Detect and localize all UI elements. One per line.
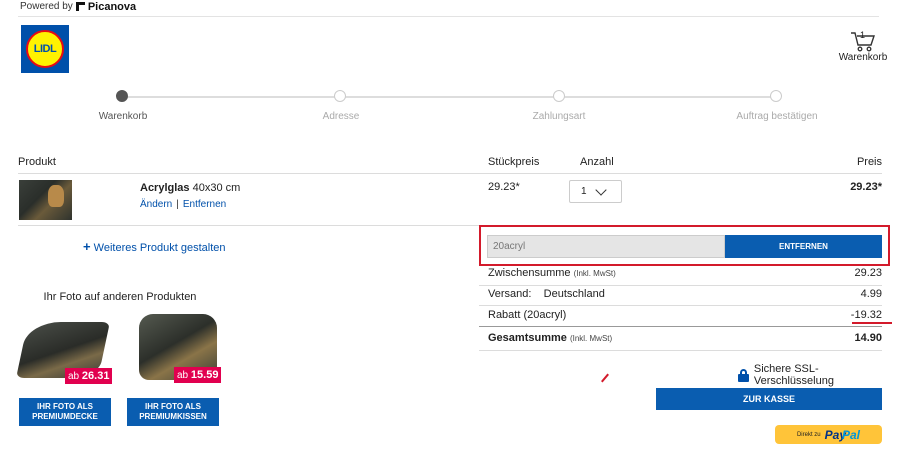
blanket-price-badge: ab 26.31 — [65, 368, 113, 384]
summary-divider-3 — [479, 326, 882, 327]
picanova-logo-icon — [75, 2, 85, 11]
premiumkissen-button[interactable]: IHR FOTO ALS PREMIUMKISSEN — [127, 398, 219, 426]
edit-link[interactable]: Ändern — [140, 199, 172, 210]
pillow-product-image[interactable]: ab 15.59 — [133, 314, 223, 386]
lidl-logo[interactable]: LIDL — [21, 25, 69, 73]
product-thumbnail — [19, 180, 72, 220]
cart-count: 1 — [860, 30, 866, 40]
total-label: Gesamtsumme — [488, 332, 567, 344]
ssl-notice: Sichere SSL-Verschlüsselung — [738, 363, 897, 387]
total-note: (Inkl. MwSt) — [569, 334, 613, 343]
unit-price: 29.23* — [488, 181, 520, 193]
col-header-quantity: Anzahl — [580, 156, 614, 168]
subtotal-note: (Inkl. MwSt) — [573, 269, 616, 278]
shipping-label: Versand: — [488, 288, 532, 300]
step-label-warenkorb: Warenkorb — [98, 111, 148, 122]
summary-divider-1 — [479, 285, 882, 286]
step-label-auftrag: Auftrag bestätigen — [736, 111, 818, 122]
powered-by-label: Powered by — [20, 1, 73, 12]
product-name-size: 40x30 cm — [189, 182, 241, 194]
plus-icon: + — [83, 239, 91, 254]
item-row-divider — [18, 225, 479, 226]
subtotal-value: 29.23 — [854, 267, 882, 279]
discount-label: Rabatt (20acryl) — [488, 309, 567, 321]
step-label-zahlungsart: Zahlungsart — [532, 111, 586, 122]
table-header-divider — [18, 173, 882, 174]
paypal-direct-label: Direkt zu — [796, 431, 821, 438]
col-header-unit-price: Stückpreis — [488, 156, 540, 168]
total-row: Gesamtsumme (Inkl. MwSt) 14.90 — [488, 332, 882, 346]
item-price: 29.23* — [850, 181, 882, 193]
shipping-country: Deutschland — [543, 288, 605, 300]
col-header-price: Preis — [856, 156, 882, 168]
col-header-product: Produkt — [18, 156, 56, 168]
discount-row: Rabatt (20acryl) -19.32 — [488, 309, 882, 323]
step-dot-warenkorb — [116, 90, 128, 102]
total-value: 14.90 — [854, 332, 882, 344]
summary-divider-4 — [479, 350, 882, 351]
picanova-brand: Picanova — [87, 0, 137, 13]
red-annotation-mark — [601, 373, 609, 383]
step-dot-zahlungsart — [553, 90, 565, 102]
powered-by: Powered by Picanova — [20, 0, 136, 13]
paypal-button[interactable]: Direkt zu PayPal — [775, 425, 882, 444]
chevron-down-icon — [594, 183, 607, 196]
lidl-logo-text: LIDL — [33, 43, 57, 55]
remove-link[interactable]: Entfernen — [183, 199, 226, 210]
add-product-link[interactable]: + Weiteres Produkt gestalten — [83, 239, 226, 254]
discount-value: -19.32 — [850, 309, 882, 321]
cart-button[interactable]: 1 Warenkorb — [838, 30, 888, 63]
blanket-product-image[interactable]: ab 26.31 — [16, 316, 113, 386]
subtotal-label: Zwischensumme — [488, 267, 571, 279]
remove-coupon-button[interactable]: ENTFERNEN — [725, 235, 882, 258]
paypal-logo: PayPal — [824, 427, 861, 442]
shipping-row: Versand: Deutschland 4.99 — [488, 288, 882, 302]
quantity-select[interactable]: 1 — [569, 180, 622, 203]
step-dot-adresse — [334, 90, 346, 102]
discount-underline-mark — [852, 322, 892, 324]
step-label-adresse: Adresse — [322, 111, 360, 122]
pillow-price-badge: ab 15.59 — [174, 367, 222, 383]
lidl-logo-circle: LIDL — [26, 30, 64, 68]
product-name-type: Acrylglas — [140, 182, 190, 194]
add-product-label: Weiteres Produkt gestalten — [90, 242, 226, 254]
quantity-value: 1 — [581, 186, 587, 197]
ssl-label: Sichere SSL-Verschlüsselung — [753, 363, 834, 387]
lock-icon — [738, 368, 749, 382]
coupon-code-input[interactable] — [487, 235, 725, 258]
shipping-value: 4.99 — [860, 288, 882, 300]
checkout-button[interactable]: ZUR KASSE — [656, 388, 882, 410]
other-products-title: Ihr Foto auf anderen Produkten — [43, 291, 197, 303]
progress-line — [122, 96, 777, 98]
product-name: Acrylglas 40x30 cm — [140, 182, 240, 194]
cart-label: Warenkorb — [838, 52, 888, 63]
link-separator: | — [176, 199, 179, 210]
premiumdecke-button[interactable]: IHR FOTO ALS PREMIUMDECKE — [19, 398, 111, 426]
summary-divider-2 — [479, 305, 882, 306]
step-dot-auftrag — [770, 90, 782, 102]
header-divider — [18, 16, 879, 17]
subtotal-row: Zwischensumme (Inkl. MwSt) 29.23 — [488, 267, 882, 281]
product-actions: Ändern | Entfernen — [140, 199, 226, 210]
